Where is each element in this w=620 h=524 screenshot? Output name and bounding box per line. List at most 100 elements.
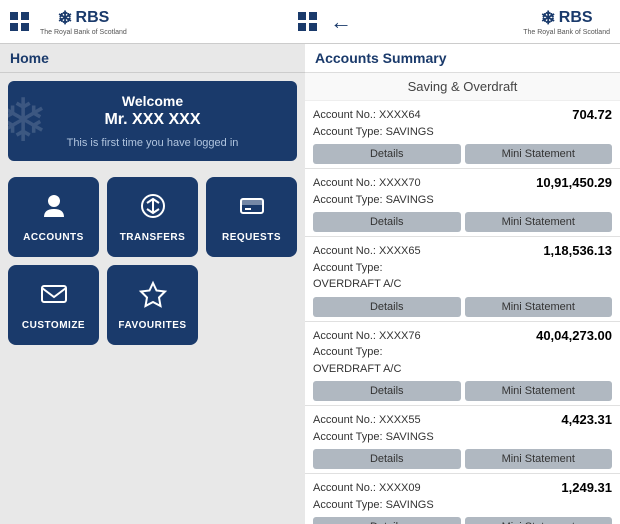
account-info-row: Account No.: XXXX65 Account Type:OVERDRA…	[313, 243, 612, 293]
mini-statement-button[interactable]: Mini Statement	[465, 517, 613, 524]
account-info: Account No.: XXXX55 Account Type: SAVING…	[313, 412, 434, 445]
account-type: Account Type: SAVINGS	[313, 499, 434, 511]
customize-icon	[39, 279, 69, 316]
nav-item-accounts[interactable]: ACCOUNTS	[8, 177, 99, 257]
account-type: Account Type:OVERDRAFT A/C	[313, 262, 401, 291]
welcome-title: Welcome	[20, 93, 285, 109]
transfers-label: TRANSFERS	[120, 232, 186, 243]
account-balance: 4,423.31	[561, 412, 612, 427]
nav-item-requests[interactable]: REQUESTS	[206, 177, 297, 257]
account-info: Account No.: XXXX65 Account Type:OVERDRA…	[313, 243, 421, 293]
right-panel-header: Accounts Summary	[305, 44, 620, 73]
account-type: Account Type: SAVINGS	[313, 194, 434, 206]
mini-statement-button[interactable]: Mini Statement	[465, 212, 613, 232]
account-actions: Details Mini Statement	[313, 212, 612, 232]
mini-statement-button[interactable]: Mini Statement	[465, 297, 613, 317]
account-row: Account No.: XXXX65 Account Type:OVERDRA…	[305, 237, 620, 322]
account-balance: 40,04,273.00	[536, 328, 612, 343]
account-info-row: Account No.: XXXX76 Account Type:OVERDRA…	[313, 328, 612, 378]
rbs-text-left: RBS	[76, 9, 110, 27]
mini-statement-button[interactable]: Mini Statement	[465, 449, 613, 469]
section-title: Saving & Overdraft	[305, 73, 620, 101]
nav-icon-grid-top: ACCOUNTS TRANSFERS	[0, 169, 305, 265]
mini-statement-button[interactable]: Mini Statement	[465, 381, 613, 401]
customize-label: CUSTOMIZE	[22, 320, 85, 331]
right-panel: Accounts Summary Saving & Overdraft Acco…	[305, 44, 620, 524]
details-button[interactable]: Details	[313, 212, 461, 232]
account-number: Account No.: XXXX65	[313, 245, 421, 257]
top-nav: ❄ RBS The Royal Bank of Scotland ← ❄ RBS…	[0, 0, 620, 44]
nav-item-transfers[interactable]: TRANSFERS	[107, 177, 198, 257]
account-balance: 1,18,536.13	[543, 243, 612, 258]
favourites-icon	[138, 279, 168, 316]
accounts-scroll[interactable]: Saving & Overdraft Account No.: XXXX64 A…	[305, 73, 620, 524]
account-info: Account No.: XXXX64 Account Type: SAVING…	[313, 107, 434, 140]
nav-center: ←	[298, 9, 352, 35]
accounts-icon	[39, 191, 69, 228]
nav-item-customize[interactable]: CUSTOMIZE	[8, 265, 99, 345]
welcome-bg-icon: ❄	[8, 86, 48, 156]
account-balance: 1,249.31	[561, 480, 612, 495]
welcome-banner: ❄ Welcome Mr. XXX XXX This is first time…	[8, 81, 297, 161]
account-info-row: Account No.: XXXX55 Account Type: SAVING…	[313, 412, 612, 445]
details-button[interactable]: Details	[313, 144, 461, 164]
back-button[interactable]: ←	[330, 9, 352, 35]
account-number: Account No.: XXXX70	[313, 177, 421, 189]
account-info-row: Account No.: XXXX64 Account Type: SAVING…	[313, 107, 612, 140]
grid-icon-center[interactable]	[298, 12, 318, 32]
favourites-label: FAVOURITES	[118, 320, 186, 331]
empty-slot	[206, 265, 297, 345]
account-type: Account Type:OVERDRAFT A/C	[313, 346, 401, 375]
account-row: Account No.: XXXX76 Account Type:OVERDRA…	[305, 322, 620, 407]
main-content: Home ❄ Welcome Mr. XXX XXX This is first…	[0, 44, 620, 524]
left-panel-header: Home	[0, 44, 305, 73]
account-row: Account No.: XXXX55 Account Type: SAVING…	[305, 406, 620, 474]
rbs-logo-left: ❄ RBS The Royal Bank of Scotland	[40, 8, 127, 36]
welcome-name: Mr. XXX XXX	[20, 111, 285, 129]
details-button[interactable]: Details	[313, 449, 461, 469]
account-type: Account Type: SAVINGS	[313, 431, 434, 443]
rbs-text-right: RBS	[559, 9, 593, 27]
account-actions: Details Mini Statement	[313, 381, 612, 401]
account-number: Account No.: XXXX55	[313, 414, 421, 426]
account-balance: 10,91,450.29	[536, 175, 612, 190]
rbs-logo-right: ❄ RBS The Royal Bank of Scotland	[523, 8, 610, 36]
account-row: Account No.: XXXX70 Account Type: SAVING…	[305, 169, 620, 237]
details-button[interactable]: Details	[313, 297, 461, 317]
welcome-subtitle: This is first time you have logged in	[20, 137, 285, 149]
transfers-icon	[138, 191, 168, 228]
requests-label: REQUESTS	[222, 232, 281, 243]
details-button[interactable]: Details	[313, 381, 461, 401]
rbs-snowflake-right: ❄	[541, 8, 556, 29]
account-number: Account No.: XXXX09	[313, 482, 421, 494]
account-actions: Details Mini Statement	[313, 517, 612, 524]
grid-icon-left[interactable]	[10, 12, 30, 32]
rbs-subtext-right: The Royal Bank of Scotland	[523, 29, 610, 36]
account-info-row: Account No.: XXXX70 Account Type: SAVING…	[313, 175, 612, 208]
mini-statement-button[interactable]: Mini Statement	[465, 144, 613, 164]
accounts-label: ACCOUNTS	[23, 232, 84, 243]
account-info: Account No.: XXXX09 Account Type: SAVING…	[313, 480, 434, 513]
details-button[interactable]: Details	[313, 517, 461, 524]
account-actions: Details Mini Statement	[313, 297, 612, 317]
rbs-subtext-left: The Royal Bank of Scotland	[40, 29, 127, 36]
account-actions: Details Mini Statement	[313, 144, 612, 164]
account-info: Account No.: XXXX76 Account Type:OVERDRA…	[313, 328, 421, 378]
account-number: Account No.: XXXX64	[313, 109, 421, 121]
account-number: Account No.: XXXX76	[313, 330, 421, 342]
account-info-row: Account No.: XXXX09 Account Type: SAVING…	[313, 480, 612, 513]
nav-left: ❄ RBS The Royal Bank of Scotland	[10, 8, 127, 36]
left-panel: Home ❄ Welcome Mr. XXX XXX This is first…	[0, 44, 305, 524]
account-info: Account No.: XXXX70 Account Type: SAVING…	[313, 175, 434, 208]
account-actions: Details Mini Statement	[313, 449, 612, 469]
account-row: Account No.: XXXX09 Account Type: SAVING…	[305, 474, 620, 524]
nav-item-favourites[interactable]: FAVOURITES	[107, 265, 198, 345]
nav-right: ❄ RBS The Royal Bank of Scotland	[523, 8, 610, 36]
accounts-container: Account No.: XXXX64 Account Type: SAVING…	[305, 101, 620, 524]
requests-icon	[237, 191, 267, 228]
account-row: Account No.: XXXX64 Account Type: SAVING…	[305, 101, 620, 169]
account-type: Account Type: SAVINGS	[313, 126, 434, 138]
account-balance: 704.72	[572, 107, 612, 122]
rbs-snowflake-left: ❄	[57, 8, 72, 29]
nav-icon-grid-bottom: CUSTOMIZE FAVOURITES	[0, 265, 305, 353]
